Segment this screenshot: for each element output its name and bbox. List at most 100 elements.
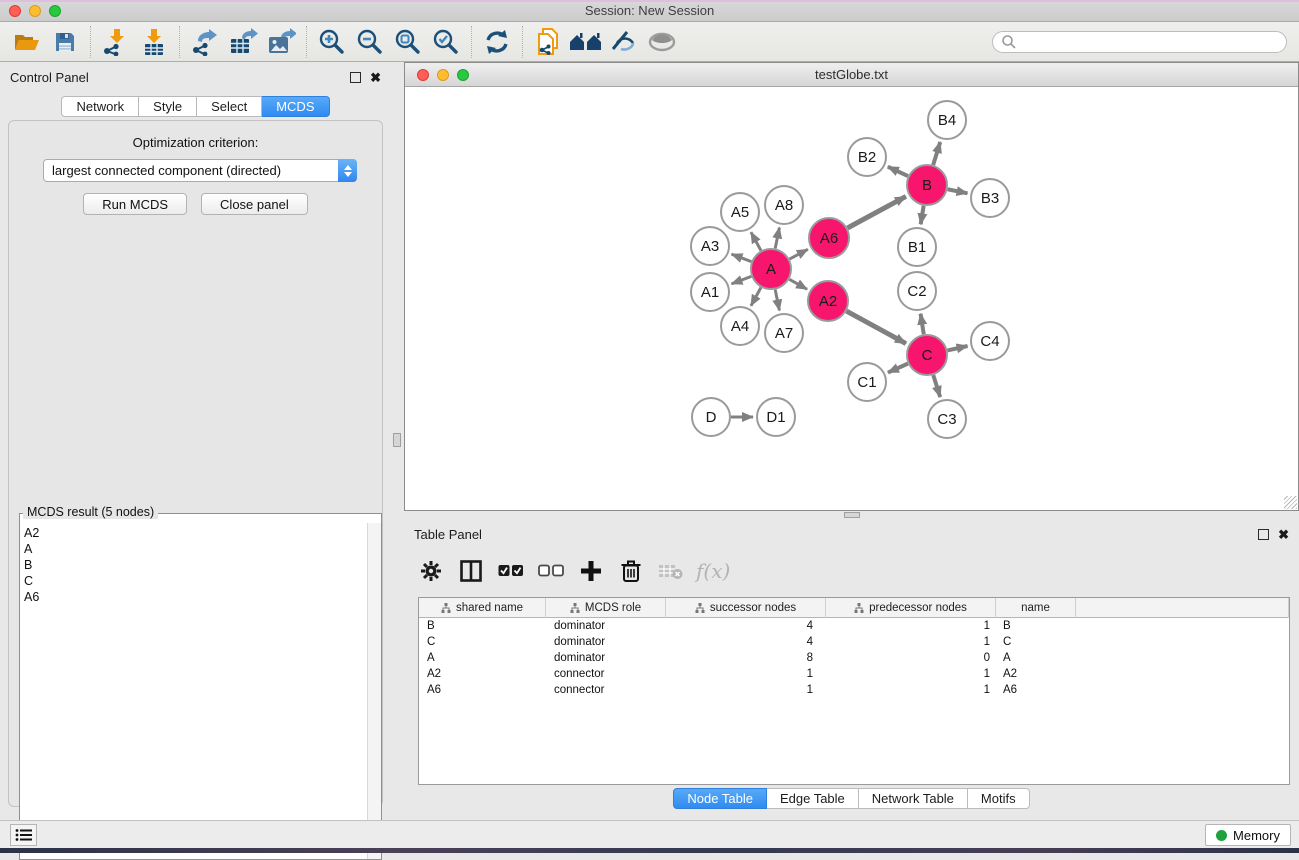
graph-edge[interactable] [775,290,779,311]
task-history-button[interactable] [10,824,37,846]
search-field[interactable] [992,31,1287,53]
table-settings-button[interactable] [414,553,448,589]
graph-edge[interactable] [789,279,807,289]
graph-node[interactable]: A3 [691,227,729,265]
result-list-item[interactable]: C [24,573,367,589]
mcds-result-list[interactable]: A2ABCA6 [20,523,367,859]
graph-edge[interactable] [751,287,761,305]
tab-edge-table[interactable]: Edge Table [767,788,859,809]
graph-node[interactable]: B1 [898,228,936,266]
tab-motifs[interactable]: Motifs [968,788,1030,809]
delete-column-button[interactable] [614,553,648,589]
network-window-titlebar[interactable]: testGlobe.txt [405,63,1298,87]
result-list-item[interactable]: A [24,541,367,557]
graph-edge[interactable] [732,276,752,283]
graph-edge[interactable] [888,167,908,176]
tab-network[interactable]: Network [61,96,139,117]
close-panel-icon[interactable]: ✖ [1278,529,1289,540]
tab-node-table[interactable]: Node Table [673,788,767,809]
graph-node[interactable]: D1 [757,398,795,436]
zoom-out-button[interactable] [351,25,389,59]
graph-node[interactable]: A7 [765,314,803,352]
vertical-split-divider[interactable] [391,62,404,820]
criterion-dropdown[interactable]: largest connected component (directed) [43,159,357,182]
import-network-button[interactable] [97,25,135,59]
graph-node[interactable]: A4 [721,307,759,345]
table-row[interactable]: Bdominator41B [419,618,1289,634]
graph-node[interactable]: C [907,335,947,375]
float-panel-icon[interactable] [1258,529,1269,540]
graph-node[interactable]: A [751,249,791,289]
graph-node[interactable]: C2 [898,272,936,310]
show-column-panel-button[interactable] [454,553,488,589]
graph-node[interactable]: B3 [971,179,1009,217]
tab-select[interactable]: Select [197,96,262,117]
clone-network-button[interactable] [529,25,567,59]
float-panel-icon[interactable] [350,72,361,83]
graph-edge[interactable] [921,206,924,225]
result-list-item[interactable]: A6 [24,589,367,605]
column-header-mcds-role[interactable]: MCDS role [546,598,666,618]
resize-grip-icon[interactable] [1284,496,1297,509]
horizontal-split-divider[interactable] [404,511,1299,519]
graph-node[interactable]: A1 [691,273,729,311]
export-image-button[interactable] [262,25,300,59]
export-network-button[interactable] [186,25,224,59]
show-hide-button[interactable] [643,25,681,59]
graph-edge[interactable] [948,189,968,193]
graph-edge[interactable] [790,249,808,259]
graph-edge[interactable] [846,311,905,343]
home-button[interactable] [567,25,605,59]
graph-node[interactable]: A5 [721,193,759,231]
column-header-shared-name[interactable]: shared name [419,598,546,618]
zoom-fit-button[interactable] [389,25,427,59]
graph-node[interactable]: D [692,398,730,436]
graph-edge[interactable] [933,375,940,397]
graph-node[interactable]: B [907,165,947,205]
table-row[interactable]: A6connector11A6 [419,682,1289,698]
graph-node[interactable]: A2 [808,281,848,321]
result-list-item[interactable]: A2 [24,525,367,541]
unselect-all-columns-button[interactable] [534,553,568,589]
save-session-button[interactable] [46,25,84,59]
close-panel-button[interactable]: Close panel [201,193,308,215]
table-row[interactable]: Adominator80A [419,650,1289,666]
graph-node[interactable]: A8 [765,186,803,224]
graph-edge[interactable] [775,228,779,249]
column-header-name[interactable]: name [996,598,1076,618]
zoom-selected-button[interactable] [427,25,465,59]
graph-edge[interactable] [921,314,924,335]
graph-node[interactable]: C1 [848,363,886,401]
graph-node[interactable]: A6 [809,218,849,258]
graph-edge[interactable] [933,142,940,165]
graph-edge[interactable] [847,196,905,228]
tab-style[interactable]: Style [139,96,197,117]
create-column-button[interactable] [574,553,608,589]
close-panel-icon[interactable]: ✖ [370,72,381,83]
network-canvas[interactable]: A A1 A2 A3 A4 A5 A6 A7 A8 B B1 B2 B3 B4 C C1 C2 C3 C4 D D1 [405,87,1298,510]
import-table-button[interactable] [135,25,173,59]
zoom-in-button[interactable] [313,25,351,59]
graph-node[interactable]: B4 [928,101,966,139]
graph-node[interactable]: C4 [971,322,1009,360]
table-row[interactable]: A2connector11A2 [419,666,1289,682]
column-header-successor-nodes[interactable]: successor nodes [666,598,826,618]
graph-edge[interactable] [751,232,761,250]
select-all-columns-button[interactable] [494,553,528,589]
graph-node[interactable]: C3 [928,400,966,438]
run-mcds-button[interactable]: Run MCDS [83,193,187,215]
column-header-predecessor-nodes[interactable]: predecessor nodes [826,598,996,618]
result-list-item[interactable]: B [24,557,367,573]
tab-network-table[interactable]: Network Table [859,788,968,809]
open-file-button[interactable] [8,25,46,59]
graph-edge[interactable] [732,254,752,261]
tab-mcds[interactable]: MCDS [262,96,329,117]
graph-node[interactable]: B2 [848,138,886,176]
result-scrollbar[interactable] [367,523,381,859]
export-table-button[interactable] [224,25,262,59]
table-row[interactable]: Cdominator41C [419,634,1289,650]
divider-grip[interactable] [393,433,401,447]
graph-edge[interactable] [888,364,908,373]
toggle-graphics-details-button[interactable] [605,25,643,59]
divider-grip[interactable] [844,512,860,518]
